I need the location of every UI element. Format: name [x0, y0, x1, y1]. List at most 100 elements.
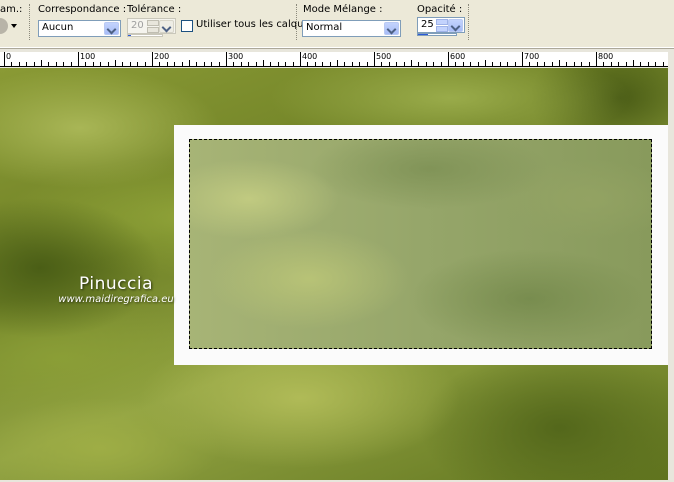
- blend-mode-label: Mode Mélange :: [303, 4, 383, 15]
- ruler-tick: [218, 62, 220, 66]
- opacity-slider[interactable]: [417, 33, 457, 36]
- blend-mode-select[interactable]: Normal: [302, 20, 401, 37]
- ruler-tick: [63, 62, 65, 66]
- ruler-tick: [166, 62, 168, 66]
- chevron-down-icon[interactable]: [384, 22, 399, 35]
- ruler-tick: [662, 62, 664, 66]
- ruler-label: 100: [80, 52, 96, 61]
- ruler-tick: [470, 62, 472, 66]
- brush-dropdown-icon[interactable]: [11, 24, 17, 28]
- ruler-tick: [610, 62, 612, 66]
- image-canvas[interactable]: Pinuccia www.maidiregrafica.eu: [0, 68, 668, 480]
- ruler-tick: [618, 62, 620, 66]
- ruler-tick: [181, 62, 183, 66]
- tolerance-label: Tolérance :: [127, 4, 182, 15]
- chevron-down-icon[interactable]: [448, 19, 463, 32]
- use-all-layers-checkbox[interactable]: [181, 20, 193, 32]
- watermark: Pinuccia www.maidiregrafica.eu: [56, 274, 176, 305]
- opacity-slider-fill: [418, 34, 428, 35]
- tolerance-input[interactable]: 20: [127, 18, 176, 34]
- horizontal-ruler: 0 100 200 300 400 500 600 700 800: [0, 52, 670, 67]
- ruler-tick: [411, 60, 412, 66]
- ruler-tick: [70, 62, 72, 66]
- ruler-tick: [374, 52, 375, 66]
- selection-marquee[interactable]: [189, 139, 652, 349]
- ruler-label: 200: [154, 52, 170, 61]
- ruler-tick: [433, 62, 435, 66]
- ruler-tick: [396, 62, 398, 66]
- ruler-tick: [300, 52, 301, 66]
- toolbar-grip[interactable]: [468, 4, 472, 40]
- watermark-url: www.maidiregrafica.eu: [58, 294, 174, 305]
- ruler-tick: [100, 62, 102, 66]
- spin-down-icon[interactable]: [436, 26, 448, 32]
- ruler-tick: [403, 62, 405, 66]
- chevron-down-icon[interactable]: [104, 22, 119, 35]
- ruler-tick: [322, 62, 324, 66]
- ruler-tick: [462, 62, 464, 66]
- ruler-tick: [85, 62, 87, 66]
- ruler-tick: [647, 62, 649, 66]
- ruler-tick: [107, 62, 109, 66]
- ruler-tick: [640, 62, 642, 66]
- ruler-tick: [129, 62, 131, 66]
- brush-preview-icon[interactable]: [0, 18, 8, 34]
- ruler-tick: [115, 60, 116, 66]
- ruler-tick: [233, 62, 235, 66]
- ruler-tick: [477, 62, 479, 66]
- toolbar-grip[interactable]: [29, 4, 33, 40]
- ruler-tick: [277, 62, 279, 66]
- ruler-label: 500: [376, 52, 392, 61]
- opacity-value: 25: [421, 19, 434, 30]
- ruler-tick: [137, 62, 139, 66]
- opacity-input[interactable]: 25: [417, 17, 465, 33]
- ruler-tick: [292, 62, 294, 66]
- ruler-tick: [544, 62, 546, 66]
- toolbar-grip[interactable]: [296, 4, 300, 40]
- ruler-tick: [263, 60, 264, 66]
- ruler-tick: [551, 62, 553, 66]
- ruler-tick: [122, 62, 124, 66]
- tool-options-bar: am.: Correspondance : Aucun Tolérance : …: [0, 0, 674, 49]
- ruler-tick: [255, 62, 257, 66]
- ruler-tick: [159, 62, 161, 66]
- ruler-tick: [270, 62, 272, 66]
- ruler-label: 700: [524, 52, 540, 61]
- ruler-tick: [359, 62, 361, 66]
- match-mode-value: Aucun: [42, 22, 74, 33]
- ruler-tick: [603, 62, 605, 66]
- ruler-tick: [381, 62, 383, 66]
- chevron-down-icon[interactable]: [159, 20, 174, 33]
- ruler-tick: [566, 62, 568, 66]
- opacity-label: Opacité :: [417, 4, 463, 15]
- spin-up-icon[interactable]: [147, 20, 159, 26]
- ruler-tick: [514, 62, 516, 66]
- ruler-tick: [78, 52, 79, 66]
- ruler-tick: [329, 62, 331, 66]
- ruler-tick: [366, 62, 368, 66]
- tolerance-value: 20: [131, 20, 144, 31]
- ruler-tick: [351, 62, 353, 66]
- spin-up-icon[interactable]: [436, 19, 448, 25]
- ruler-tick: [588, 62, 590, 66]
- ruler-tick: [388, 62, 390, 66]
- tolerance-slider[interactable]: [127, 34, 163, 37]
- tolerance-slider-fill: [128, 35, 131, 36]
- ruler-tick: [285, 62, 287, 66]
- match-mode-select[interactable]: Aucun: [38, 20, 121, 37]
- ruler-tick: [248, 62, 250, 66]
- ruler-tick: [440, 62, 442, 66]
- ruler-tick: [507, 62, 509, 66]
- ruler-tick: [307, 62, 309, 66]
- ruler-tick: [189, 60, 190, 66]
- ruler-label: 600: [450, 52, 466, 61]
- ruler-tick: [211, 62, 213, 66]
- ruler-tick: [196, 62, 198, 66]
- ruler-tick: [174, 62, 176, 66]
- ruler-label: 0: [6, 52, 12, 61]
- ruler-tick: [92, 62, 94, 66]
- spin-down-icon[interactable]: [147, 27, 159, 33]
- watermark-name: Pinuccia: [79, 274, 153, 294]
- ruler-tick: [522, 52, 523, 66]
- ruler-tick: [18, 62, 20, 66]
